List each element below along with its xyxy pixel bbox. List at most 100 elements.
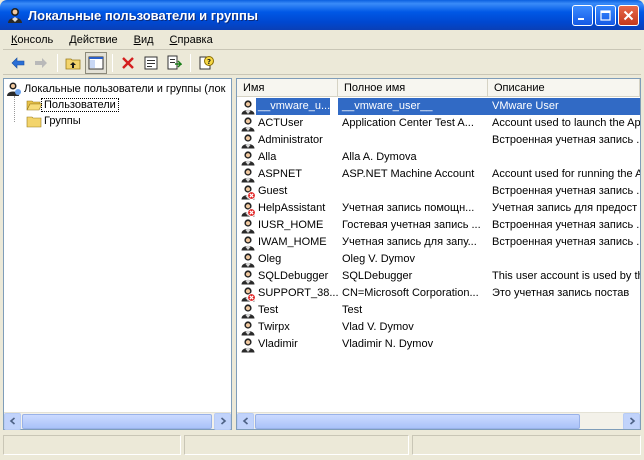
forward-button[interactable] xyxy=(30,52,52,74)
user-name: IUSR_HOME xyxy=(258,219,324,231)
tree-pane[interactable]: Локальные пользователи и группы (лок Пол… xyxy=(3,78,232,430)
scroll-thumb[interactable] xyxy=(255,413,580,429)
table-row[interactable]: Oleg Oleg V. Dymov xyxy=(237,251,640,268)
cell-name: Guest xyxy=(237,183,338,200)
cell-description: Встроенная учетная запись ... xyxy=(492,236,640,248)
show-tree-button[interactable] xyxy=(85,51,107,74)
cell-description: Это учетная запись постав xyxy=(492,287,630,299)
export-list-icon xyxy=(167,55,182,69)
users-snapin-icon xyxy=(8,8,22,23)
column-header-name[interactable]: Имя xyxy=(237,79,338,97)
cell-description: Учетная запись для предост xyxy=(492,202,638,214)
cell-name: Alla xyxy=(237,149,338,166)
tree-item-users[interactable]: Пользователи xyxy=(6,97,231,113)
tree-horizontal-scrollbar[interactable] xyxy=(4,412,231,430)
menu-action[interactable]: Действие xyxy=(61,31,125,49)
user-list: __vmware_u... __vmware_user__ VMware User A… xyxy=(237,97,640,353)
table-row[interactable]: Alla Alla A. Dymova xyxy=(237,149,640,166)
menu-help[interactable]: Справка xyxy=(162,31,221,49)
minimize-button[interactable] xyxy=(572,5,593,26)
scroll-right-button[interactable] xyxy=(214,412,231,430)
user-icon xyxy=(241,252,255,267)
cell-fullname xyxy=(338,183,488,200)
user-name: Guest xyxy=(258,185,288,197)
cell-description: Account used to launch the Ap xyxy=(492,117,640,129)
table-row[interactable]: IWAM_HOME Учетная запись для запу... Встро… xyxy=(237,234,640,251)
table-row[interactable]: __vmware_u... __vmware_user__ VMware User xyxy=(237,98,640,115)
scroll-thumb[interactable] xyxy=(22,413,212,429)
table-row[interactable]: ACTUser Application Center Test A... Accou… xyxy=(237,115,640,132)
tree-root[interactable]: Локальные пользователи и группы (лок xyxy=(6,81,231,97)
scroll-right-button[interactable] xyxy=(623,412,640,429)
user-name: Administrator xyxy=(258,134,323,146)
close-icon xyxy=(623,10,634,21)
cell-name: Vladimir xyxy=(237,336,338,353)
cell-fullname: Vlad V. Dymov xyxy=(342,321,414,333)
table-row[interactable]: Guest Встроенная учетная запись ... xyxy=(237,183,640,200)
toolbar-separator xyxy=(57,53,58,72)
cell-name: Oleg xyxy=(237,251,338,268)
up-level-button[interactable] xyxy=(62,52,84,74)
toolbar-separator xyxy=(112,53,113,72)
table-row[interactable]: HelpAssistant Учетная запись помощн... Уче… xyxy=(237,200,640,217)
user-name: SQLDebugger xyxy=(258,270,329,282)
cell-fullname: Учетная запись помощн... xyxy=(342,202,475,214)
cell-description xyxy=(488,149,640,166)
delete-button[interactable] xyxy=(117,52,139,74)
help-icon: ? xyxy=(199,55,214,69)
cell-fullname: Vladimir N. Dymov xyxy=(342,338,434,350)
list-horizontal-scrollbar[interactable] xyxy=(237,412,640,429)
user-disabled-icon xyxy=(241,201,256,217)
help-button[interactable]: ? xyxy=(195,52,217,74)
cell-fullname: Oleg V. Dymov xyxy=(342,253,415,265)
window-title: Локальные пользователи и группы xyxy=(28,7,258,23)
scroll-left-button[interactable] xyxy=(4,412,21,430)
table-row[interactable]: Vladimir Vladimir N. Dymov xyxy=(237,336,640,353)
table-row[interactable]: Administrator Встроенная учетная запись .… xyxy=(237,132,640,149)
tree-item-groups[interactable]: Группы xyxy=(6,113,231,129)
maximize-icon xyxy=(600,10,611,21)
cell-fullname: Учетная запись для запу... xyxy=(342,236,477,248)
cell-name: Administrator xyxy=(237,132,338,149)
user-icon xyxy=(241,235,255,250)
user-icon xyxy=(241,218,255,233)
tree-item-label: Пользователи xyxy=(41,98,119,112)
user-name: IWAM_HOME xyxy=(258,236,327,248)
menu-console[interactable]: Консоль xyxy=(3,31,61,49)
cell-description: Встроенная учетная запись ... xyxy=(492,219,640,231)
properties-button[interactable] xyxy=(140,52,162,74)
column-header-fullname[interactable]: Полное имя xyxy=(338,79,488,97)
arrow-right-icon xyxy=(220,417,226,425)
maximize-button[interactable] xyxy=(595,5,616,26)
close-button[interactable] xyxy=(618,5,639,26)
user-icon xyxy=(241,116,255,131)
table-row[interactable]: SQLDebugger SQLDebugger This user account … xyxy=(237,268,640,285)
cell-description: VMware User xyxy=(488,98,640,115)
status-segment xyxy=(412,435,641,455)
user-icon xyxy=(241,269,255,284)
menu-view[interactable]: Вид xyxy=(126,31,162,49)
user-name: ASPNET xyxy=(258,168,303,180)
arrow-left-icon xyxy=(9,417,15,425)
table-row[interactable]: Test Test xyxy=(237,302,640,319)
details-pane[interactable]: Имя Полное имя Описание __vmware_u... __v… xyxy=(236,78,641,430)
column-header-description[interactable]: Описание xyxy=(488,79,640,97)
table-row[interactable]: ASPNET ASP.NET Machine Account Account use… xyxy=(237,166,640,183)
cell-description xyxy=(488,302,640,319)
cell-name: Test xyxy=(237,302,338,319)
table-row[interactable]: IUSR_HOME Гостевая учетная запись ... Встр… xyxy=(237,217,640,234)
table-row[interactable]: Twirpx Vlad V. Dymov xyxy=(237,319,640,336)
user-icon xyxy=(241,303,255,318)
cell-name: SQLDebugger xyxy=(237,268,338,285)
cell-description xyxy=(488,319,640,336)
cell-name: ASPNET xyxy=(237,166,338,183)
title-bar[interactable]: Локальные пользователи и группы xyxy=(0,0,644,30)
export-list-button[interactable] xyxy=(163,52,185,74)
table-row[interactable]: SUPPORT_38... CN=Microsoft Corporation...… xyxy=(237,285,640,302)
scroll-left-button[interactable] xyxy=(237,412,254,429)
cell-name: __vmware_u... xyxy=(237,98,338,115)
tree-item-label: Группы xyxy=(44,115,81,127)
cell-name: Twirpx xyxy=(237,319,338,336)
user-icon xyxy=(241,337,255,352)
back-button[interactable] xyxy=(7,52,29,74)
